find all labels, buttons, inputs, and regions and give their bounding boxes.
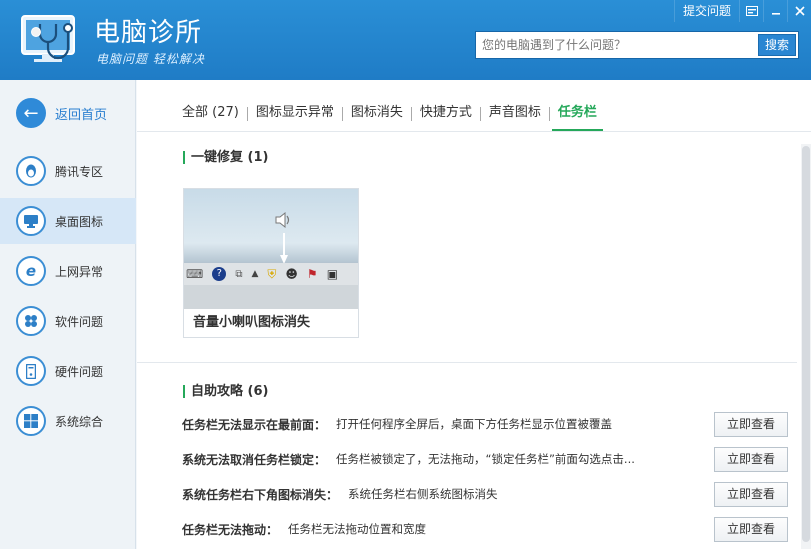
guide-row: 系统任务栏右下角图标消失： 系统任务栏右侧系统图标消失 立即查看 xyxy=(182,481,788,507)
close-icon[interactable] xyxy=(787,0,811,22)
back-arrow-icon: ← xyxy=(16,98,46,128)
tabs-underline xyxy=(137,131,811,132)
sidebar-item-label: 返回首页 xyxy=(55,107,108,123)
sidebar-item-hardware[interactable]: 硬件问题 xyxy=(0,348,136,394)
hardware-icon xyxy=(16,356,46,386)
minimize-icon[interactable] xyxy=(763,0,787,22)
category-tabs: 全部 (27) 图标显示异常 图标消失 快捷方式 声音图标 任务栏 xyxy=(182,102,605,131)
sidebar-item-tencent[interactable]: 腾讯专区 xyxy=(0,148,136,194)
guide-title: 任务栏无法显示在最前面： xyxy=(182,417,327,432)
guide-title: 系统任务栏右下角图标消失： xyxy=(182,487,339,502)
submit-problem-link[interactable]: 提交问题 xyxy=(673,0,739,22)
help-icon: ? xyxy=(212,267,227,281)
expand-arrow-icon: ▲ xyxy=(251,269,259,279)
guide-desc: 打开任何程序全屏后，桌面下方任务栏显示位置被覆盖 xyxy=(336,417,613,431)
sidebar-item-internet[interactable]: e 上网异常 xyxy=(0,248,136,294)
guide-title: 任务栏无法拖动： xyxy=(182,522,279,537)
sidebar-item-label: 桌面图标 xyxy=(55,214,104,229)
taskbar-tray: ⌨ ? ⧉ ▲ ⛨ ☻ ⚑ ▣ xyxy=(184,263,358,285)
guide-title: 系统无法取消任务栏锁定： xyxy=(182,452,327,467)
app-title: 电脑诊所 xyxy=(94,18,203,48)
window-toolbar: 提交问题 xyxy=(673,0,811,22)
network-icon: ⧉ xyxy=(235,268,243,280)
qq-tray-icon: ☻ xyxy=(285,267,298,281)
flag-icon: ⚑ xyxy=(306,267,318,281)
sidebar-item-home[interactable]: ← 返回首页 xyxy=(0,90,136,136)
scrollbar[interactable] xyxy=(801,144,811,549)
monitor-icon xyxy=(16,206,46,236)
sidebar-item-label: 上网异常 xyxy=(55,264,104,279)
windows-icon xyxy=(16,406,46,436)
arrow-down-icon xyxy=(280,233,288,264)
guide-section-heading: 自助攻略 (6) xyxy=(183,385,268,398)
tab-shortcuts[interactable]: 快捷方式 xyxy=(412,102,480,130)
app-header: 电脑诊所 电脑问题 轻松解决 提交问题 搜索 xyxy=(0,0,811,80)
guide-desc: 任务栏被锁定了，无法拖动，“锁定任务栏”前面勾选点击... xyxy=(336,452,635,466)
view-now-button[interactable]: 立即查看 xyxy=(714,481,788,507)
fix-card[interactable]: ⌨ ? ⧉ ▲ ⛨ ☻ ⚑ ▣ 音量小喇叭图标消失 xyxy=(183,188,359,338)
speaker-icon xyxy=(275,211,290,229)
tab-sound-icon[interactable]: 声音图标 xyxy=(481,102,549,130)
section-divider xyxy=(137,362,797,363)
sidebar-item-label: 系统综合 xyxy=(55,414,104,429)
guide-desc: 系统任务栏右侧系统图标消失 xyxy=(348,487,498,501)
fix-card-title: 音量小喇叭图标消失 xyxy=(193,315,311,330)
sidebar-item-label: 软件问题 xyxy=(55,314,104,329)
menu-icon[interactable] xyxy=(739,0,763,22)
tab-icon-display-error[interactable]: 图标显示异常 xyxy=(248,102,342,130)
tab-taskbar[interactable]: 任务栏 xyxy=(550,102,605,131)
tab-icon-missing[interactable]: 图标消失 xyxy=(343,102,411,130)
shield-icon: ⛨ xyxy=(267,266,277,281)
sidebar-item-system[interactable]: 系统综合 xyxy=(0,398,136,444)
app-slogan: 电脑问题 轻松解决 xyxy=(96,52,205,66)
fix-card-thumbnail: ⌨ ? ⧉ ▲ ⛨ ☻ ⚑ ▣ xyxy=(184,189,358,309)
guide-row: 系统无法取消任务栏锁定： 任务栏被锁定了，无法拖动，“锁定任务栏”前面勾选点击.… xyxy=(182,446,788,472)
qq-penguin-icon xyxy=(16,156,46,186)
tab-all[interactable]: 全部 (27) xyxy=(182,102,247,130)
view-now-button[interactable]: 立即查看 xyxy=(714,411,788,437)
sidebar-item-label: 腾讯专区 xyxy=(55,164,104,179)
keyboard-icon: ⌨ xyxy=(186,267,204,281)
guide-row: 任务栏无法显示在最前面： 打开任何程序全屏后，桌面下方任务栏显示位置被覆盖 立即… xyxy=(182,411,788,437)
view-now-button[interactable]: 立即查看 xyxy=(714,516,788,542)
sidebar-item-desktop-icons[interactable]: 桌面图标 xyxy=(0,198,136,244)
stethoscope-monitor-logo-icon xyxy=(20,10,82,66)
display-tray-icon: ▣ xyxy=(326,267,339,281)
search-box: 搜索 xyxy=(475,31,799,59)
guide-row: 任务栏无法拖动： 任务栏无法拖动位置和宽度 立即查看 xyxy=(182,516,788,542)
guide-desc: 任务栏无法拖动位置和宽度 xyxy=(288,522,427,536)
search-input[interactable] xyxy=(476,32,758,58)
fix-section-heading: 一键修复 (1) xyxy=(183,151,268,164)
main-content: 全部 (27) 图标显示异常 图标消失 快捷方式 声音图标 任务栏 一键修复 (… xyxy=(137,80,811,549)
sidebar-item-label: 硬件问题 xyxy=(55,364,104,379)
software-icon xyxy=(16,306,46,336)
ie-icon: e xyxy=(16,256,46,286)
scrollbar-thumb[interactable] xyxy=(802,146,810,542)
sidebar-item-software[interactable]: 软件问题 xyxy=(0,298,136,344)
view-now-button[interactable]: 立即查看 xyxy=(714,446,788,472)
search-button[interactable]: 搜索 xyxy=(758,34,796,56)
sidebar: ← 返回首页 腾讯专区 桌面图标 e 上网异常 软件问题 硬件问题 系统综合 xyxy=(0,80,136,549)
